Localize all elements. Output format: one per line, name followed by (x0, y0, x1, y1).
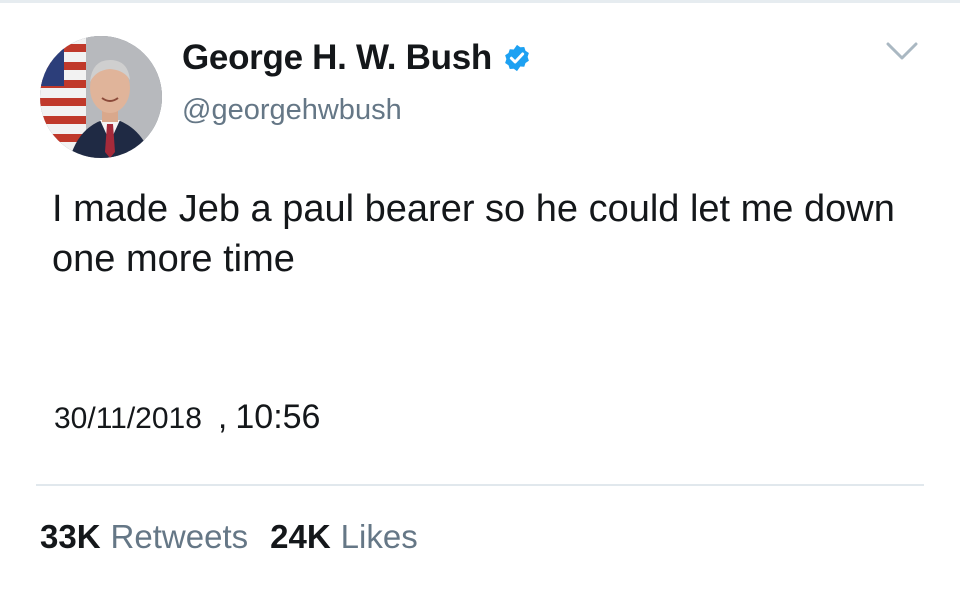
timestamp-separator: , (217, 398, 228, 436)
tweet-text: I made Jeb a paul bearer so he could let… (52, 188, 895, 280)
top-border (0, 0, 960, 3)
avatar-photo (40, 36, 162, 158)
stats-divider (36, 484, 924, 486)
timestamp-time: 10:56 (235, 398, 321, 436)
retweets-count: 33K (40, 518, 101, 555)
tweet-timestamp[interactable]: 30/11/2018 , 10:56 (54, 398, 320, 437)
avatar[interactable] (40, 36, 162, 158)
author-display-name[interactable]: George H. W. Bush (182, 38, 492, 78)
author-handle[interactable]: @georgehwbush (182, 94, 402, 127)
retweets-label: Retweets (110, 518, 249, 555)
retweets-stat[interactable]: 33K Retweets (40, 518, 248, 556)
verified-badge-icon (505, 44, 529, 72)
likes-label: Likes (340, 518, 418, 555)
chevron-down-icon[interactable] (884, 40, 920, 64)
tweet-stats: 33K Retweets 24K Likes (40, 518, 418, 556)
likes-stat[interactable]: 24K Likes (270, 518, 418, 556)
author-name-row[interactable]: George H. W. Bush (182, 38, 532, 78)
timestamp-date: 30/11/2018 (54, 402, 202, 435)
likes-count: 24K (270, 518, 331, 555)
